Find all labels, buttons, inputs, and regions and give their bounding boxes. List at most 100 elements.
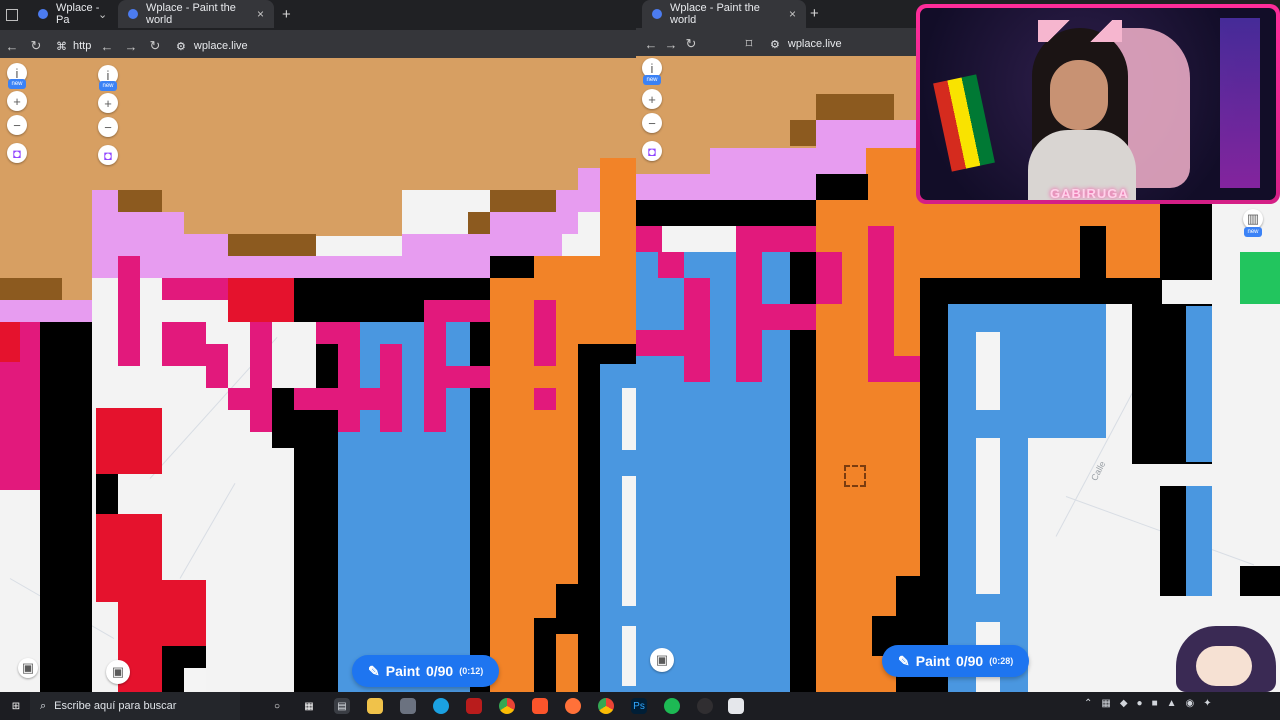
black-pixel (636, 200, 816, 226)
network-icon[interactable]: ▦ (1101, 698, 1110, 714)
selection-cursor-icon (844, 465, 866, 487)
zoom-out-icon[interactable]: − (98, 117, 118, 137)
brown-pixel (0, 278, 62, 300)
twitch-icon[interactable]: ◘ (642, 141, 662, 161)
leaderboard-icon[interactable]: ▥ (1243, 209, 1263, 229)
windows-start-icon[interactable]: ⊞ (8, 698, 24, 714)
screenshot-icon[interactable]: ▣ (106, 660, 130, 684)
white-pixel (622, 476, 636, 606)
twitch-icon[interactable]: ◘ (98, 145, 118, 165)
left-canvas[interactable] (0, 58, 636, 692)
back-icon[interactable]: ← (642, 35, 660, 53)
cortana-icon[interactable]: ○ (269, 698, 285, 714)
magenta-pixel-text (206, 344, 228, 388)
tab-wplace-right[interactable]: Wplace - Paint the world × (642, 0, 806, 28)
zoom-out-icon[interactable]: − (642, 113, 662, 133)
edge-icon[interactable] (433, 698, 449, 714)
flag-shape (933, 74, 995, 172)
wplace-favicon-icon (652, 9, 662, 19)
tab-search-icon[interactable]: ⌄ (98, 8, 107, 21)
calculator-icon[interactable]: ▤ (334, 698, 350, 714)
screenshot-icon[interactable]: ▣ (650, 648, 674, 672)
new-tab-button[interactable]: + (810, 5, 819, 22)
magenta-pixel-text (250, 322, 272, 432)
zoom-in-icon[interactable]: + (98, 93, 118, 113)
zoom-in-icon[interactable]: + (642, 89, 662, 109)
black-pixel (790, 226, 816, 692)
black-pixel (1240, 566, 1280, 596)
orange-pixel-area (600, 158, 636, 358)
address-field-partial[interactable]: ⌘ http (56, 36, 96, 56)
forward-icon[interactable]: → (662, 35, 680, 53)
person-face (1050, 60, 1108, 130)
pink-pixel-band (490, 212, 578, 234)
tab-wplace-2[interactable]: Wplace - Paint the world × (118, 0, 274, 28)
bookmark-icon[interactable]: ⌑ (740, 35, 758, 53)
sand-pixel-area (0, 58, 636, 190)
black-pixel (920, 278, 1162, 304)
wplace-favicon-icon (38, 9, 48, 19)
obs-icon[interactable] (697, 698, 713, 714)
red-pixel (0, 322, 20, 362)
brave-icon[interactable] (532, 698, 548, 714)
system-tray-icons[interactable]: ⌃ ▦ ◆ ● ■ ▲ ◉ ✦ (1084, 698, 1274, 714)
app-tray-icon[interactable]: ▲ (1167, 698, 1177, 714)
white-pixel (976, 438, 1000, 594)
forward-icon[interactable]: → (122, 37, 140, 55)
brown-pixel (816, 94, 894, 120)
task-view-icon[interactable]: ▦ (301, 698, 317, 714)
map-road (179, 482, 236, 579)
paint-button[interactable]: ✎ Paint 0/90 (0:12) (352, 655, 500, 687)
paint-button[interactable]: ✎ Paint 0/90 (0:28) (882, 645, 1030, 677)
chrome-icon[interactable] (499, 698, 515, 714)
new-badge: new (643, 75, 661, 85)
magenta-pixel-text (894, 356, 920, 382)
firefox-icon[interactable] (565, 698, 581, 714)
app-red-icon[interactable] (466, 698, 482, 714)
address-field[interactable]: ⚙ wplace.live (176, 36, 476, 56)
app-tray-icon[interactable]: ✦ (1203, 698, 1211, 714)
cat-ears (1038, 20, 1122, 42)
reload-icon[interactable]: ↻ (682, 35, 700, 53)
photos-icon[interactable] (728, 698, 744, 714)
magenta-pixel-text (762, 226, 816, 252)
app-tray-icon[interactable]: ● (1137, 698, 1143, 714)
back-icon[interactable]: ← (3, 37, 21, 55)
app-icon[interactable] (400, 698, 416, 714)
site-controls-icon: ⚙ (176, 40, 186, 53)
photoshop-icon[interactable]: Ps (631, 698, 647, 714)
chrome-profile-icon[interactable] (598, 698, 614, 714)
app-tray-icon[interactable]: ◆ (1120, 698, 1128, 714)
white-pixel (976, 332, 1000, 410)
reload-icon-2[interactable]: ↻ (146, 37, 164, 55)
magenta-pixel-text (228, 388, 272, 410)
window-menu-icon[interactable] (6, 9, 18, 21)
blue-pixel-area (1186, 486, 1212, 596)
reload-icon[interactable]: ↻ (27, 37, 45, 55)
magenta-pixel-text (424, 300, 446, 432)
black-pixel (920, 304, 948, 614)
app-tray-icon[interactable]: ◉ (1186, 698, 1195, 714)
taskbar-search[interactable]: ⌕ Escribe aquí para buscar (30, 692, 240, 720)
new-tab-button[interactable]: + (282, 6, 291, 23)
brown-pixel (118, 190, 162, 212)
streamer-nameplate: GABIRUGA (1050, 186, 1129, 200)
screenshot-icon[interactable]: ▣ (18, 658, 38, 678)
zoom-out-icon[interactable]: − (7, 115, 27, 135)
site-controls-icon: ⚙ (770, 38, 780, 51)
zoom-in-icon[interactable]: + (7, 91, 27, 111)
close-tab-icon[interactable]: × (789, 7, 796, 21)
back-icon-2[interactable]: ← (98, 37, 116, 55)
file-explorer-icon[interactable] (367, 698, 383, 714)
spotify-icon[interactable] (664, 698, 680, 714)
magenta-pixel-text (446, 300, 490, 322)
app-tray-icon[interactable]: ■ (1152, 698, 1158, 714)
twitch-icon[interactable]: ◘ (7, 143, 27, 163)
pink-pixel-band (228, 256, 490, 278)
magenta-pixel-text (816, 252, 842, 304)
chevron-up-icon[interactable]: ⌃ (1084, 698, 1092, 714)
magenta-pixel-text (162, 322, 206, 366)
pink-pixel-band (92, 190, 118, 278)
close-tab-icon[interactable]: × (257, 7, 264, 21)
black-pixel (40, 322, 92, 692)
